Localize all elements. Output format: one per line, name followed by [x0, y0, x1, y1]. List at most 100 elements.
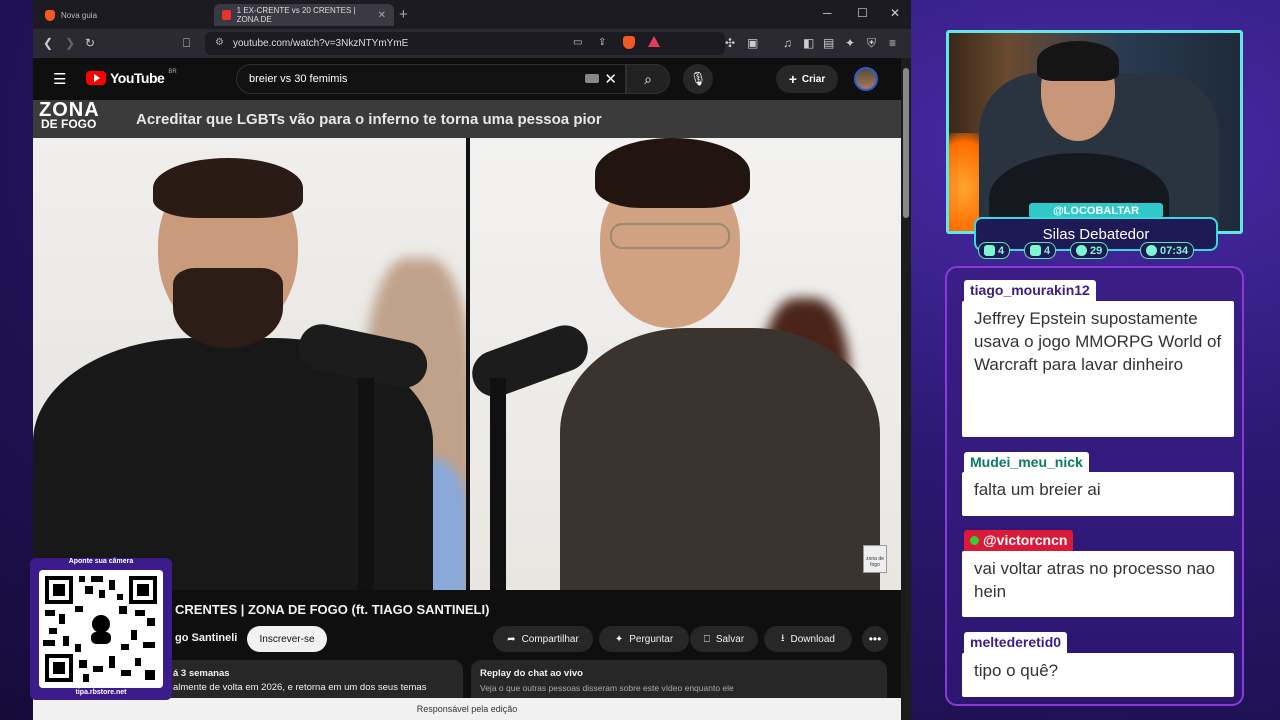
- host-shirt: [560, 328, 880, 590]
- close-tab-icon[interactable]: ✕: [378, 10, 386, 21]
- leo-ai-icon[interactable]: ✦: [845, 36, 855, 50]
- bookmark-save-icon: ⎕: [703, 633, 710, 645]
- share-icon[interactable]: ⇪: [598, 37, 606, 48]
- channel-name[interactable]: go Santineli: [175, 632, 237, 644]
- twitch-icon: [984, 245, 995, 256]
- new-tab-icon[interactable]: +: [399, 6, 408, 23]
- page-scrollbar[interactable]: [901, 58, 911, 720]
- brave-shields-icon[interactable]: [623, 36, 635, 49]
- download-icon: ⭳: [781, 632, 785, 644]
- footer-text: Responsável pela edição: [416, 704, 518, 714]
- forward-icon[interactable]: ❯: [65, 36, 75, 50]
- kick-icon: [1076, 245, 1087, 256]
- subscribe-button[interactable]: Inscrever-se: [247, 626, 327, 652]
- logo-top: ZONA: [39, 99, 100, 121]
- brave-rewards-icon[interactable]: [648, 36, 660, 47]
- qr-caption: Aponte sua câmera: [68, 558, 134, 565]
- description-meta: á 3 semanas: [173, 668, 230, 679]
- brave-icon: [45, 9, 55, 21]
- voice-search-button[interactable]: 🎙: [683, 64, 713, 94]
- microphone-icon: 🎙: [689, 71, 707, 86]
- sparkle-icon: ✦: [614, 633, 624, 645]
- save-button[interactable]: ⎕ Salvar: [690, 626, 758, 652]
- maximize-icon[interactable]: ☐: [857, 6, 868, 20]
- search-icon: ⌕: [644, 70, 652, 87]
- plus-icon: +: [788, 71, 797, 87]
- extensions-icon[interactable]: ✣: [725, 36, 735, 50]
- search-input[interactable]: breier vs 30 femimis ✕: [236, 64, 626, 94]
- bookmark-icon[interactable]: ⎕: [183, 36, 190, 51]
- save-label: Salvar: [715, 633, 745, 645]
- streamer-name: Silas Debatedor: [1042, 225, 1150, 243]
- guest-beard: [173, 268, 283, 348]
- ask-label: Perguntar: [629, 633, 674, 645]
- viewer-stats: 4 4 29 07:34: [978, 242, 1210, 260]
- reload-icon[interactable]: ↻: [85, 36, 95, 50]
- address-bar[interactable]: ⚙ youtube.com/watch?v=3NkzNTYmYmE ▭ ⇪: [205, 32, 725, 55]
- description-text: almente de volta em 2026, e retorna em u…: [173, 682, 427, 693]
- sidebar-icon[interactable]: ◧: [803, 36, 814, 50]
- host-glasses: [610, 223, 730, 249]
- hamburger-menu-icon[interactable]: ☰: [53, 70, 66, 88]
- menu-icon[interactable]: ≡: [889, 36, 896, 50]
- back-icon[interactable]: ❮: [43, 36, 53, 50]
- editor-footer: Responsável pela edição: [33, 698, 901, 720]
- youtube-icon: [1030, 245, 1041, 256]
- stat-value: 4: [1044, 244, 1051, 257]
- keyboard-icon[interactable]: [585, 74, 599, 83]
- tab-nova-guia[interactable]: Nova guia: [37, 4, 207, 26]
- download-button[interactable]: ⭳ Download: [764, 626, 852, 652]
- site-info-icon[interactable]: ⚙: [215, 37, 224, 48]
- more-actions-icon[interactable]: •••: [862, 626, 888, 652]
- youtube-logo[interactable]: YouTube BR: [86, 69, 177, 86]
- account-avatar[interactable]: [854, 67, 878, 91]
- screenshot-icon[interactable]: ▣: [747, 36, 758, 50]
- banner-text: Acreditar que LGBTs vão para o inferno t…: [136, 111, 602, 128]
- clock-icon: [1146, 245, 1157, 256]
- qr-url: tipa.rbstore.net: [75, 689, 127, 696]
- ask-button[interactable]: ✦ Perguntar: [599, 626, 689, 652]
- stat-kick: 29: [1070, 242, 1109, 259]
- guest-hair: [153, 158, 303, 218]
- replay-title: Replay do chat ao vivo: [480, 668, 583, 679]
- browser-toolbar: ❮ ❯ ↻ ⎕ ⚙ youtube.com/watch?v=3NkzNTYmYm…: [33, 29, 911, 58]
- title-bar: Nova guia 1 EX-CRENTE vs 20 CRENTES | ZO…: [33, 0, 911, 29]
- video-title: CRENTES | ZONA DE FOGO (ft. TIAGO SANTIN…: [175, 602, 490, 617]
- search-button[interactable]: ⌕: [626, 64, 670, 94]
- zona-de-fogo-logo: ZONA DE FOGO: [39, 99, 123, 135]
- host-hair: [595, 138, 750, 208]
- channel-watermark[interactable]: zona de fogo: [863, 545, 887, 573]
- stat-value: 29: [1090, 244, 1103, 257]
- wallet-icon[interactable]: ▤: [823, 36, 834, 50]
- youtube-header: ☰ YouTube BR breier vs 30 femimis ✕ ⌕ 🎙 …: [33, 58, 901, 100]
- video-player[interactable]: zona de fogo: [33, 138, 901, 590]
- qr-code-image: [39, 570, 163, 688]
- media-icon[interactable]: ♫: [783, 36, 792, 50]
- chat-username: meltederetid0: [964, 632, 1068, 654]
- chat-message: tipo o quê?: [962, 653, 1234, 697]
- logo-bottom: DE FOGO: [41, 117, 97, 131]
- vpn-icon[interactable]: ⛨: [867, 36, 876, 51]
- video-banner: ZONA DE FOGO Acreditar que LGBTs vão par…: [33, 100, 901, 138]
- youtube-favicon-icon: [222, 10, 231, 20]
- chat-username: @victorcncn: [983, 532, 1068, 548]
- cast-icon[interactable]: ▭: [573, 37, 582, 48]
- replay-subtitle: Veja o que outras pessoas disseram sobre…: [480, 683, 734, 693]
- streamer-handle: @LOCOBALTAR: [1029, 203, 1163, 218]
- scroll-thumb[interactable]: [903, 68, 909, 218]
- clear-search-icon[interactable]: ✕: [604, 70, 617, 88]
- video-right-panel: [470, 138, 901, 590]
- mic-stand-right: [490, 378, 506, 590]
- streamer-hair: [1037, 41, 1119, 81]
- close-window-icon[interactable]: ✕: [890, 6, 900, 20]
- subscribe-label: Inscrever-se: [259, 633, 315, 645]
- tab-youtube-video[interactable]: 1 EX-CRENTE vs 20 CRENTES | ZONA DE ✕: [214, 4, 394, 26]
- chat-username: Mudei_meu_nick: [964, 452, 1089, 474]
- create-label: Criar: [801, 73, 826, 85]
- share-button[interactable]: ➦ Compartilhar: [493, 626, 593, 652]
- tab-label: Nova guia: [61, 10, 98, 20]
- download-label: Download: [790, 633, 835, 645]
- minimize-icon[interactable]: ─: [823, 6, 832, 20]
- chat-panel: tiago_mourakin12 Jeffrey Epstein suposta…: [945, 266, 1244, 706]
- create-button[interactable]: + Criar: [776, 65, 838, 93]
